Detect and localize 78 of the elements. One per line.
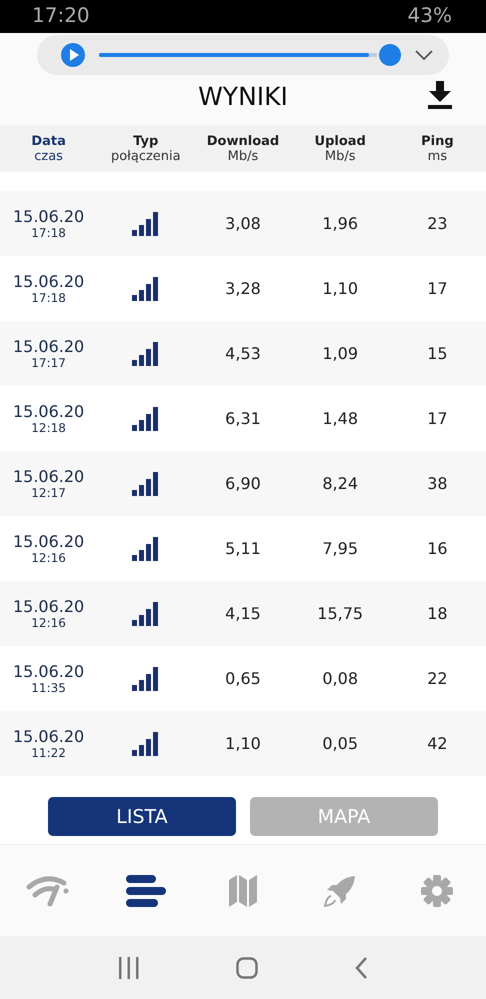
ping-value: 22 bbox=[427, 669, 448, 688]
status-time: 17:20 bbox=[32, 4, 90, 26]
result-row[interactable]: 15.06.20 17:18 3,08 1,96 23 bbox=[0, 191, 486, 256]
recents-button[interactable] bbox=[118, 956, 139, 978]
date-text: 15.06.20 bbox=[12, 207, 84, 226]
signal-icon bbox=[132, 602, 160, 626]
ping-value: 38 bbox=[427, 474, 448, 493]
signal-icon bbox=[132, 732, 160, 756]
time-text: 11:35 bbox=[31, 681, 66, 695]
upload-value: 1,96 bbox=[322, 214, 358, 233]
ping-value: 23 bbox=[427, 214, 448, 233]
date-text: 15.06.20 bbox=[12, 532, 84, 551]
date-text: 15.06.20 bbox=[12, 272, 84, 291]
ping-value: 15 bbox=[427, 344, 448, 363]
upload-value: 1,48 bbox=[322, 409, 358, 428]
download-value: 0,65 bbox=[225, 669, 261, 688]
time-text: 12:16 bbox=[31, 616, 66, 630]
upload-value: 0,05 bbox=[322, 734, 358, 753]
download-value: 6,31 bbox=[225, 409, 261, 428]
download-value: 4,53 bbox=[225, 344, 261, 363]
signal-icon bbox=[132, 406, 160, 430]
signal-icon bbox=[132, 212, 160, 236]
result-row[interactable]: 15.06.20 17:17 4,53 1,09 15 bbox=[0, 321, 486, 386]
time-text: 17:17 bbox=[31, 356, 66, 370]
signal-icon bbox=[132, 276, 160, 300]
column-header[interactable]: Ping ms bbox=[388, 134, 486, 164]
download-value: 3,08 bbox=[225, 214, 261, 233]
column-header[interactable]: Data czas bbox=[0, 134, 98, 164]
download-value: 5,11 bbox=[225, 539, 261, 558]
play-button[interactable] bbox=[61, 43, 85, 67]
download-value: 1,10 bbox=[225, 734, 261, 753]
column-header[interactable]: Download Mb/s bbox=[194, 134, 292, 164]
time-text: 12:17 bbox=[31, 486, 66, 500]
download-value: 4,15 bbox=[225, 604, 261, 623]
upload-value: 0,08 bbox=[322, 669, 358, 688]
date-text: 15.06.20 bbox=[12, 402, 84, 421]
download-value: 3,28 bbox=[225, 279, 261, 298]
chevron-down-icon[interactable] bbox=[415, 50, 433, 60]
ping-value: 42 bbox=[427, 734, 448, 753]
date-text: 15.06.20 bbox=[12, 662, 84, 681]
column-header[interactable]: Upload Mb/s bbox=[292, 134, 389, 164]
result-row[interactable]: 15.06.20 12:16 4,15 15,75 18 bbox=[0, 581, 486, 646]
time-text: 17:18 bbox=[31, 226, 66, 240]
ping-value: 18 bbox=[427, 604, 448, 623]
upload-value: 1,09 bbox=[322, 344, 358, 363]
upload-value: 15,75 bbox=[317, 604, 364, 623]
signal-icon bbox=[132, 666, 160, 690]
page-title: WYNIKI bbox=[198, 82, 288, 111]
download-button[interactable] bbox=[428, 81, 452, 109]
view-tab[interactable]: LISTA bbox=[48, 797, 236, 836]
download-value: 6,90 bbox=[225, 474, 261, 493]
back-button[interactable] bbox=[355, 956, 368, 978]
home-button[interactable] bbox=[236, 956, 258, 978]
date-text: 15.06.20 bbox=[12, 467, 84, 486]
ping-value: 17 bbox=[427, 279, 448, 298]
result-row[interactable]: 15.06.20 12:17 6,90 8,24 38 bbox=[0, 451, 486, 516]
signal-icon bbox=[132, 342, 160, 366]
time-text: 12:16 bbox=[31, 551, 66, 565]
time-text: 17:18 bbox=[31, 291, 66, 305]
menu-icon[interactable] bbox=[126, 874, 166, 906]
date-text: 15.06.20 bbox=[12, 337, 84, 356]
time-text: 11:22 bbox=[31, 746, 66, 760]
upload-value: 7,95 bbox=[322, 539, 358, 558]
date-text: 15.06.20 bbox=[12, 727, 84, 746]
signal-icon bbox=[132, 472, 160, 496]
map-icon[interactable] bbox=[228, 874, 257, 906]
result-row[interactable]: 15.06.20 11:22 1,10 0,05 42 bbox=[0, 711, 486, 776]
seek-thumb[interactable] bbox=[379, 44, 401, 66]
upload-value: 8,24 bbox=[322, 474, 358, 493]
battery-level: 43% bbox=[408, 4, 452, 26]
signal-icon bbox=[132, 536, 160, 560]
rocket-icon[interactable] bbox=[324, 874, 356, 906]
upload-value: 1,10 bbox=[322, 279, 358, 298]
date-text: 15.06.20 bbox=[12, 597, 84, 616]
ping-value: 17 bbox=[427, 409, 448, 428]
time-text: 12:18 bbox=[31, 421, 66, 435]
ping-value: 16 bbox=[427, 539, 448, 558]
column-header[interactable]: Typ połączenia bbox=[97, 134, 194, 164]
